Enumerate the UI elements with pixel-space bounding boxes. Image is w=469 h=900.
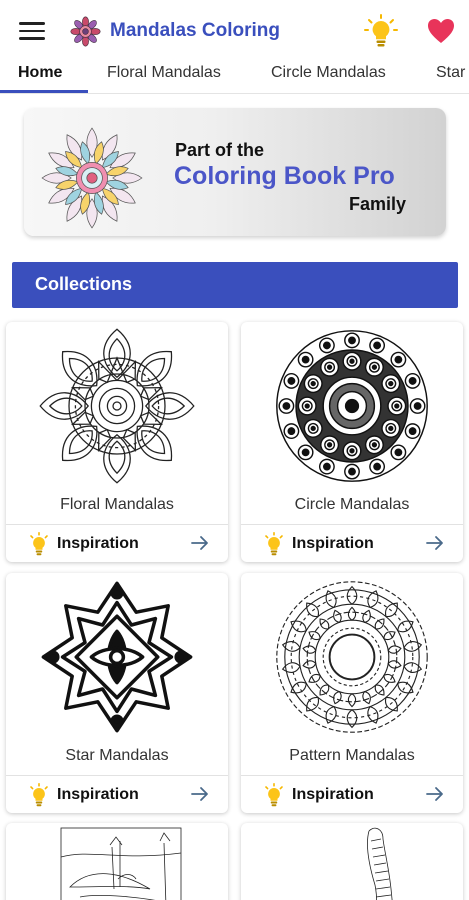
coloring-book-pro-banner[interactable]: Part of the Coloring Book Pro Family [24,108,446,236]
collections-header: Collections [12,262,458,308]
promo-text-part-of: Part of the [175,140,265,160]
collection-card-pattern[interactable]: Pattern Mandalas Inspiration [241,573,463,813]
pattern-mandala-image [276,581,428,733]
collection-card-star[interactable]: Star Mandalas Inspiration [6,573,228,813]
lightbulb-icon [30,532,48,556]
inspiration-label: Inspiration [57,786,139,803]
inspiration-link[interactable]: Inspiration [241,776,463,813]
heart-icon[interactable] [427,18,455,44]
app-bar: Mandalas Coloring [0,0,469,60]
collections-heading: Collections [35,274,133,294]
arrow-right-icon[interactable] [425,785,445,803]
lightbulb-icon [265,783,283,807]
floral-mandala-image [39,328,195,484]
collection-card-feather[interactable] [241,823,463,900]
collection-card-circle[interactable]: Circle Mandalas Inspiration [241,322,463,562]
hamburger-menu-icon[interactable] [17,18,47,44]
lightbulb-icon[interactable] [364,14,398,48]
inspiration-label: Inspiration [292,535,374,552]
circle-mandala-image [276,330,428,482]
category-tabs: Home Floral Mandalas Circle Mandalas Sta… [0,60,469,94]
landscape-sketch-image [60,827,182,900]
colored-mandala-image [41,127,143,229]
collection-card-floral[interactable]: Floral Mandalas Inspiration [6,322,228,562]
active-tab-indicator [0,90,88,93]
collection-card-title: Circle Mandalas [294,496,410,513]
collection-card-title: Star Mandalas [65,747,169,764]
inspiration-link[interactable]: Inspiration [6,525,228,562]
inspiration-link[interactable]: Inspiration [241,525,463,562]
inspiration-label: Inspiration [292,786,374,803]
arrow-right-icon[interactable] [425,534,445,552]
collection-card-landscape[interactable] [6,823,228,900]
collection-card-title: Floral Mandalas [60,496,174,513]
inspiration-link[interactable]: Inspiration [6,776,228,813]
collection-card-title: Pattern Mandalas [289,747,415,764]
tab-home[interactable]: Home [18,64,62,82]
star-mandala-image [41,581,193,733]
inspiration-label: Inspiration [57,535,139,552]
feather-sketch-image [367,827,393,900]
lightbulb-icon [265,532,283,556]
mandala-logo-icon [70,16,101,47]
promo-text-brand: Coloring Book Pro [174,162,395,190]
lightbulb-icon [30,783,48,807]
tab-floral-mandalas[interactable]: Floral Mandalas [107,64,221,82]
tab-circle-mandalas[interactable]: Circle Mandalas [271,64,386,82]
promo-text-family: Family [348,194,406,214]
tab-star-mandalas[interactable]: Star [436,64,465,82]
arrow-right-icon[interactable] [190,534,210,552]
app-title: Mandalas Coloring [110,20,280,41]
arrow-right-icon[interactable] [190,785,210,803]
